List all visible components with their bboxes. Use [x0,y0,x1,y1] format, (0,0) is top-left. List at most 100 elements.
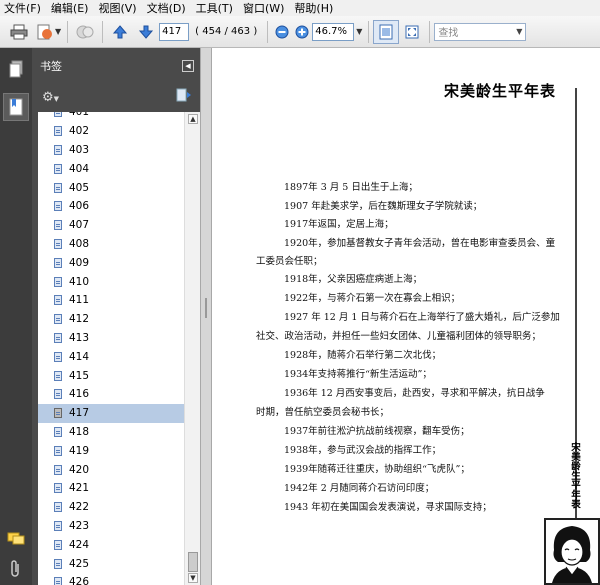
bookmark-label: 402 [69,125,90,138]
print-icon[interactable] [6,20,32,44]
bookmark-item[interactable]: 417 [38,403,184,423]
previous-page-icon[interactable] [107,20,133,44]
bookmark-label: 421 [69,482,90,495]
chronology-line: 1936年 12 月西安事变后，赴西安，寻求和平解决，抗日战争 [284,388,545,399]
chevron-down-icon[interactable]: ▼ [55,27,61,36]
bookmark-item[interactable]: 404 [38,159,184,178]
bookmark-item[interactable]: 412 [38,310,184,329]
bookmark-item[interactable]: 418 [38,423,184,442]
bookmark-scrollbar[interactable]: ▲ ▼ [184,112,200,585]
bookmark-page-icon [54,351,62,362]
full-screen-icon[interactable] [399,20,425,44]
page-number-input[interactable] [159,22,190,41]
bookmark-page-icon [54,577,62,585]
bookmark-page-icon [54,163,62,174]
collapse-panel-icon[interactable]: ◀ [182,60,194,72]
bookmark-label: 407 [69,219,90,232]
bookmark-item[interactable]: 426 [38,573,184,585]
panel-splitter[interactable] [200,48,212,585]
bookmark-label: 410 [69,275,90,288]
bookmark-page-icon [54,558,62,569]
portrait-image [544,518,600,585]
menu-item[interactable]: 视图(V) [98,0,136,16]
menu-item[interactable]: 文档(D) [147,0,186,16]
bookmark-page-icon [54,483,62,494]
options-gear-icon[interactable]: ⚙▼ [42,90,59,105]
menu-item[interactable]: 窗口(W) [243,0,284,16]
bookmark-item[interactable]: 420 [38,460,184,479]
chronology-line: 1918年，父亲因癌症病逝上海； [284,274,423,285]
bookmark-label: 423 [69,519,90,532]
chronology-line: 1942年 2 月随同蒋介石访问印度； [284,483,435,494]
bookmark-item[interactable]: 419 [38,441,184,460]
menu-item[interactable]: 编辑(E) [51,0,89,16]
menu-item[interactable]: 帮助(H) [294,0,333,16]
chronology-line: 1920年，参加基督教女子青年会活动，曾在电影审查委员会、童 [284,238,556,249]
bookmarks-panel: 书签 ◀ ⚙▼ 401 402 403 404 405 406 407 408 409 410 41… [32,48,200,585]
pages-panel-icon[interactable] [6,58,26,80]
bookmark-item[interactable]: 401 [38,112,184,122]
zoom-dropdown-icon[interactable]: ▼ [356,27,362,36]
menu-bar: 文件(F) 编辑(E) 视图(V) 文档(D) 工具(T) 窗口(W) 帮助(H) [0,0,600,16]
collaborate-icon[interactable] [72,20,98,44]
bookmark-page-icon [54,276,62,287]
next-page-icon[interactable] [133,20,159,44]
bookmark-label: 415 [69,369,90,382]
find-input[interactable]: 查找 ▼ [434,22,527,41]
bookmark-label: 416 [69,388,90,401]
bookmark-page-icon [54,238,62,249]
zoom-in-icon[interactable] [292,20,312,44]
scrollbar-thumb[interactable] [188,552,198,572]
bookmark-page-icon [54,370,62,381]
comments-panel-icon[interactable] [6,528,26,550]
chronology-line: 1897年 3 月 5 日出生于上海； [284,182,418,193]
menu-item[interactable]: 工具(T) [196,0,233,16]
bookmark-item[interactable]: 423 [38,517,184,536]
bookmark-item[interactable]: 409 [38,253,184,272]
bookmarks-panel-icon[interactable] [3,93,29,121]
zoom-level-input[interactable] [312,22,355,41]
expand-bookmark-icon[interactable] [176,88,192,106]
bookmark-item[interactable]: 410 [38,272,184,291]
chronology-line: 1939年随蒋迁往重庆，协助组织“飞虎队”； [284,464,470,475]
bookmark-item[interactable]: 402 [38,122,184,141]
bookmark-label: 409 [69,256,90,269]
bookmark-item[interactable]: 408 [38,235,184,254]
bookmark-item[interactable]: 422 [38,498,184,517]
bookmark-page-icon [54,502,62,513]
splitter-grip[interactable] [205,298,207,318]
bookmark-item[interactable]: 414 [38,347,184,366]
zoom-out-icon[interactable] [272,20,292,44]
chronology-line: 1922年，与蒋介石第一次在寡会上相识； [284,293,461,304]
attachments-panel-icon[interactable] [6,558,26,580]
page-count-label: ( 454 / 463 ) [195,26,258,37]
bookmark-label: 405 [69,181,90,194]
bookmark-item[interactable]: 411 [38,291,184,310]
find-dropdown-icon[interactable]: ▼ [516,27,525,36]
document-page: 宋美龄生平年表 1897年 3 月 5 日出生于上海； 1907 年赴美求学，后在… [212,48,600,585]
bookmark-item[interactable]: 405 [38,178,184,197]
bookmark-page-icon [54,314,62,325]
chronology-line: 工委员会任职； [256,256,323,267]
bookmark-item[interactable]: 424 [38,535,184,554]
bookmark-item[interactable]: 421 [38,479,184,498]
bookmark-item[interactable]: 415 [38,366,184,385]
chronology-line: 1907 年赴美求学，后在魏斯理女子学院就读； [284,201,483,212]
menu-item[interactable]: 文件(F) [4,0,41,16]
bookmark-item[interactable]: 425 [38,554,184,573]
bookmark-item[interactable]: 416 [38,385,184,404]
scroll-down-icon[interactable]: ▼ [188,573,198,583]
bookmark-item[interactable]: 403 [38,141,184,160]
chronology-line: 时期，曾任航空委员会秘书长； [256,407,390,418]
bookmarks-panel-header: 书签 ◀ [32,48,200,84]
bookmark-item[interactable]: 406 [38,197,184,216]
chronology-line: 1943 年初在美国国会发表演说，寻求国际支持； [284,502,492,513]
bookmark-item[interactable]: 413 [38,329,184,348]
scroll-up-icon[interactable]: ▲ [188,114,198,124]
chronology-line: 1927 年 12 月 1 日与蒋介石在上海举行了盛大婚礼，后广泛参加 [284,312,560,323]
bookmark-label: 404 [69,162,90,175]
bookmark-item[interactable]: 407 [38,216,184,235]
bookmark-label: 413 [69,331,90,344]
fit-page-icon[interactable] [373,19,400,44]
bookmark-page-icon [54,295,62,306]
